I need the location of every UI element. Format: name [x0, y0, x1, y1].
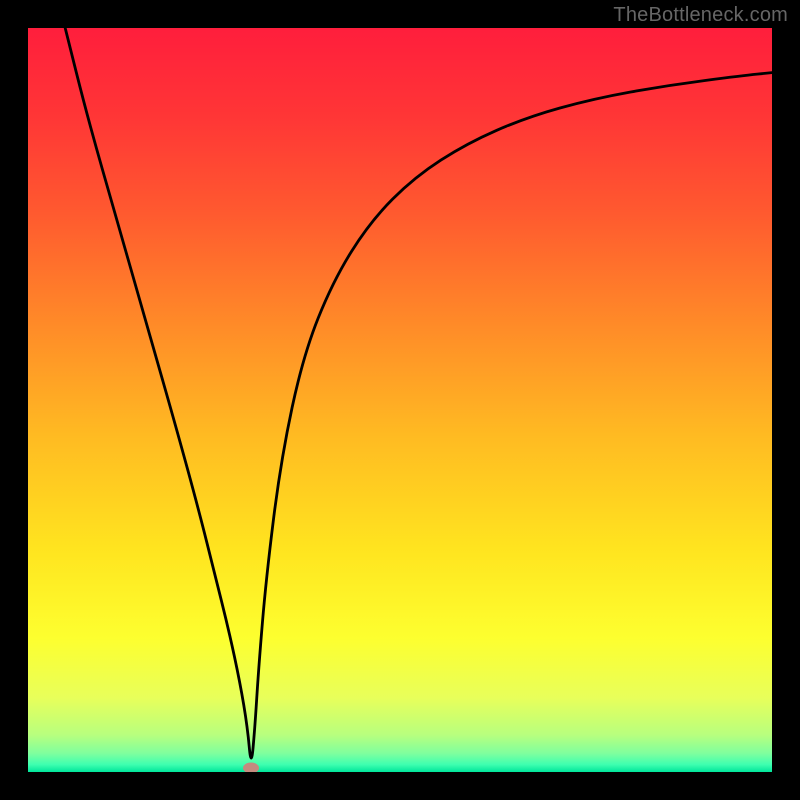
bottleneck-curve [28, 28, 772, 772]
watermark-text: TheBottleneck.com [613, 4, 788, 27]
plot-area [28, 28, 772, 772]
optimal-point-marker [243, 763, 259, 772]
